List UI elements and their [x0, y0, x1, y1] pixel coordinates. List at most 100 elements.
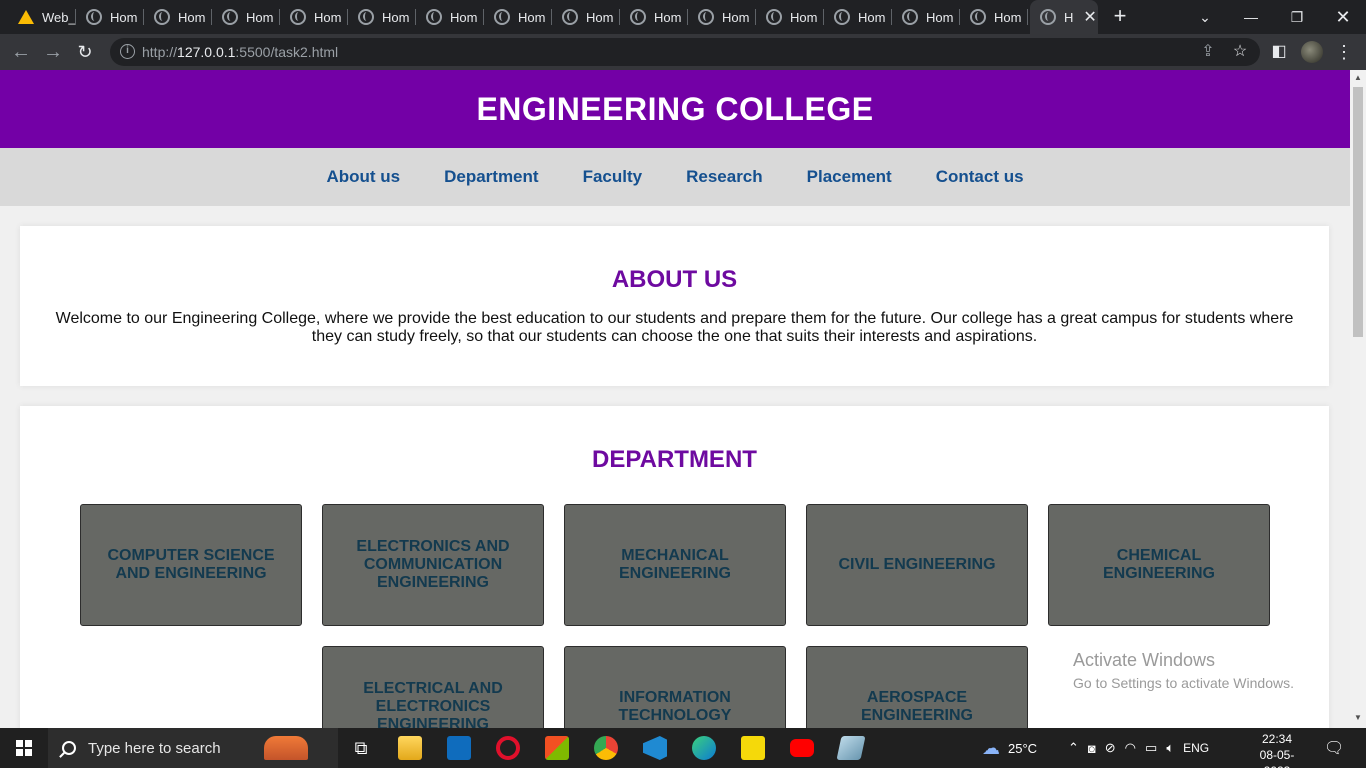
close-window-button[interactable]: ✕ — [1320, 0, 1366, 34]
department-card-ece[interactable]: ELECTRONICS AND COMMUNICATION ENGINEERIN… — [322, 504, 544, 626]
tab-label: Web_ — [42, 9, 76, 25]
drive-icon — [18, 10, 34, 24]
site-info-icon[interactable]: i — [120, 44, 135, 59]
browser-tab[interactable]: Hom — [756, 0, 824, 34]
browser-tab[interactable]: Hom — [552, 0, 620, 34]
chrome-icon[interactable] — [594, 736, 618, 760]
start-button[interactable] — [0, 728, 48, 768]
language-indicator[interactable]: ENG — [1183, 741, 1209, 755]
meet-icon[interactable]: ◙ — [1088, 741, 1096, 756]
taskbar-clock[interactable]: 22:34 08-05-2023 — [1249, 731, 1305, 768]
reload-icon[interactable]: ↻ — [72, 39, 98, 65]
search-icon — [62, 741, 76, 755]
activate-windows-watermark: Activate Windows Go to Settings to activ… — [1073, 650, 1294, 691]
nav-link-placement[interactable]: Placement — [807, 167, 892, 187]
mail-icon[interactable] — [447, 736, 471, 760]
browser-tab[interactable]: Hom — [892, 0, 960, 34]
nav-link-contact-us[interactable]: Contact us — [936, 167, 1024, 187]
browser-tab[interactable]: Hom — [688, 0, 756, 34]
globe-icon — [1040, 9, 1056, 25]
file-explorer-icon[interactable] — [398, 736, 422, 760]
task-view-icon[interactable]: ⧉ — [349, 736, 373, 760]
sticky-app-icon[interactable] — [741, 736, 765, 760]
weather-widget[interactable]: ☁ 25°C — [982, 728, 1037, 768]
share-icon[interactable]: ⇪ — [1198, 42, 1218, 62]
clock-date: 08-05-2023 — [1259, 748, 1295, 768]
minimize-button[interactable]: — — [1228, 0, 1274, 34]
store-icon[interactable] — [545, 736, 569, 760]
globe-icon — [86, 9, 102, 25]
edge-icon[interactable] — [692, 736, 716, 760]
browser-tab[interactable]: Hom — [212, 0, 280, 34]
side-panel-icon[interactable]: ◧ — [1269, 42, 1289, 62]
department-card-chemical[interactable]: CHEMICAL ENGINEERING — [1048, 504, 1270, 626]
nav-link-research[interactable]: Research — [686, 167, 763, 187]
opera-icon[interactable] — [496, 736, 520, 760]
browser-tab[interactable]: Hom — [484, 0, 552, 34]
browser-tab[interactable]: Hom — [416, 0, 484, 34]
back-arrow-icon[interactable]: ← — [8, 39, 34, 65]
tab-label: Hom — [926, 9, 954, 25]
notification-icon[interactable]: 🗨︎ — [1324, 728, 1344, 768]
browser-tab[interactable]: Hom — [280, 0, 348, 34]
chevron-up-icon[interactable]: ⌃ — [1068, 740, 1079, 756]
page-viewport: ENGINEERING COLLEGE About us Department … — [0, 70, 1350, 728]
department-card-cse[interactable]: COMPUTER SCIENCE AND ENGINEERING — [80, 504, 302, 626]
system-tray: ⌃ ◙ ⊘ ◠ ▭ 🔈︎ ENG — [1068, 728, 1209, 768]
scrollbar-thumb[interactable] — [1353, 87, 1363, 337]
site-header: ENGINEERING COLLEGE — [0, 70, 1350, 148]
battery-icon[interactable]: ▭ — [1145, 740, 1157, 756]
tab-label: Hom — [178, 9, 206, 25]
department-card-aerospace[interactable]: AEROSPACE ENGINEERING — [806, 646, 1028, 728]
url-text[interactable]: http://127.0.0.1:5500/task2.html — [142, 44, 338, 60]
youtube-icon[interactable] — [790, 739, 814, 757]
department-card-civil[interactable]: CIVIL ENGINEERING — [806, 504, 1028, 626]
windows-logo-icon — [16, 740, 32, 756]
browser-tab[interactable]: Hom — [620, 0, 688, 34]
tab-label: Hom — [110, 9, 138, 25]
tab-search-button[interactable]: ⌄ — [1182, 0, 1228, 34]
browser-tab[interactable]: Hom — [824, 0, 892, 34]
about-text: Welcome to our Engineering College, wher… — [55, 310, 1294, 345]
tab-label: Hom — [722, 9, 750, 25]
nav-link-department[interactable]: Department — [444, 167, 538, 187]
department-card-it[interactable]: INFORMATION TECHNOLOGY — [564, 646, 786, 728]
tab-label: Hom — [246, 9, 274, 25]
tab-active[interactable]: H ✕ — [1030, 0, 1098, 34]
forward-arrow-icon[interactable]: → — [40, 39, 66, 65]
browser-tab[interactable]: Hom — [348, 0, 416, 34]
globe-icon — [562, 9, 578, 25]
globe-icon — [154, 9, 170, 25]
browser-tab[interactable]: Hom — [144, 0, 212, 34]
scroll-up-arrow-icon[interactable]: ▲ — [1354, 73, 1362, 82]
tab-label: Hom — [586, 9, 614, 25]
close-tab-icon[interactable]: ✕ — [1083, 7, 1096, 27]
browser-tab[interactable]: Hom — [960, 0, 1028, 34]
network-off-icon[interactable]: ⊘ — [1105, 740, 1116, 756]
site-title: ENGINEERING COLLEGE — [476, 91, 874, 127]
globe-icon — [902, 9, 918, 25]
department-card-mechanical[interactable]: MECHANICAL ENGINEERING — [564, 504, 786, 626]
weather-temp: 25°C — [1008, 740, 1038, 756]
nav-link-about-us[interactable]: About us — [326, 167, 400, 187]
new-tab-button[interactable]: + — [1108, 4, 1132, 28]
app-icon[interactable] — [836, 736, 866, 760]
bookmark-star-icon[interactable]: ☆ — [1230, 42, 1250, 62]
department-card-eee[interactable]: ELECTRICAL AND ELECTRONICS ENGINEERING — [322, 646, 544, 728]
watermark-title: Activate Windows — [1073, 650, 1216, 670]
globe-icon — [766, 9, 782, 25]
about-section: ABOUT US Welcome to our Engineering Coll… — [20, 226, 1329, 386]
menu-kebab-icon[interactable]: ⋮ — [1334, 42, 1354, 62]
nav-link-faculty[interactable]: Faculty — [583, 167, 643, 187]
scroll-down-arrow-icon[interactable]: ▼ — [1354, 713, 1362, 722]
wifi-icon[interactable]: ◠ — [1125, 740, 1136, 756]
page-scrollbar[interactable]: ▲ ▼ — [1350, 70, 1366, 728]
profile-avatar[interactable] — [1301, 41, 1323, 63]
browser-tab[interactable]: Hom — [76, 0, 144, 34]
speaker-icon[interactable]: 🔈︎ — [1166, 740, 1174, 756]
browser-tab[interactable]: Web_ — [8, 0, 76, 34]
address-bar[interactable]: i http://127.0.0.1:5500/task2.html ⇪ ☆ — [110, 38, 1260, 66]
vscode-icon[interactable] — [643, 736, 667, 760]
restore-button[interactable]: ❐ — [1274, 0, 1320, 34]
about-heading: ABOUT US — [611, 266, 738, 293]
